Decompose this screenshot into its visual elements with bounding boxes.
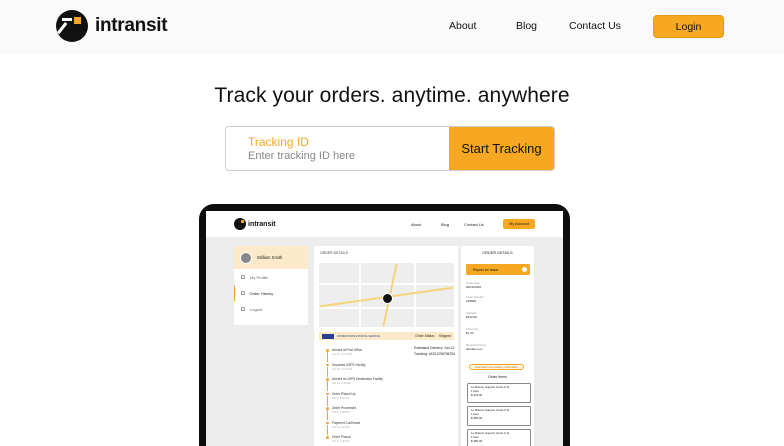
nav-contact-us[interactable]: Contact Us — [569, 20, 621, 32]
detail-protection: Protection $1.44 — [466, 327, 479, 335]
history-icon — [240, 291, 245, 295]
preview-menu-logout: Logout — [234, 301, 308, 317]
tracking-id-label: Tracking ID — [248, 135, 309, 149]
preview-order-items-title: Order Items — [488, 375, 507, 379]
map-pin-icon — [382, 293, 393, 304]
nav-about[interactable]: About — [449, 20, 476, 32]
timeline-time: Jan 8, 2:10 PM — [332, 425, 350, 429]
preview-user-name: William Smith — [257, 255, 283, 260]
timeline-title: Arrived at USPS Destination Facility — [332, 377, 383, 381]
detail-merchant: Merchant Name dundas.com — [466, 343, 486, 351]
timeline-title: Arrived at Post Office — [332, 348, 363, 352]
preview-menu-label: Logout — [250, 306, 263, 312]
user-icon — [241, 275, 245, 279]
arrow-right-icon — [522, 267, 527, 272]
timeline-title: Departed USPS Facility — [332, 362, 366, 367]
timeline-time: Jan 8, 2:00 PM — [332, 440, 350, 443]
preview-map — [319, 263, 454, 327]
preview-body: William Smith My Profile Order History L… — [206, 237, 563, 446]
timeline-time: Jan 10, 9:45 AM — [332, 382, 351, 385]
preview-order-status: Shipped — [438, 334, 451, 338]
preview-report-label: Report an Issue — [473, 267, 499, 272]
preview-logo: intransit — [234, 218, 276, 230]
preview-logo-icon — [234, 218, 246, 230]
preview-menu-order-history: Order History — [234, 285, 308, 301]
usps-logo-icon — [322, 333, 334, 339]
brand-logo[interactable]: intransit — [56, 10, 168, 42]
preview-menu-my-profile: My Profile — [234, 269, 308, 285]
timeline-time: Jan 10, 11:20 AM — [332, 367, 352, 371]
timeline-item: Order Picked Up Jan 9, 8:30 AM — [326, 392, 383, 407]
timeline-item: Departed USPS Facility Jan 10, 11:20 AM — [326, 363, 383, 378]
tracking-id-placeholder: Enter tracking ID here — [248, 150, 355, 162]
logo-mark-icon — [56, 10, 88, 42]
nav-blog[interactable]: Blog — [516, 20, 537, 32]
preview-menu-label: Order History — [249, 290, 274, 296]
timeline-title: Order Processed — [332, 406, 357, 410]
login-button[interactable]: Login — [653, 15, 724, 38]
preview-nav-contact: Contact Us — [464, 222, 484, 227]
preview-carrier: UNITED STATES POSTAL SERVICE — [337, 334, 380, 338]
preview-order-details-title: ORDER DETAILS — [320, 251, 348, 255]
detail-order-number: Order Number 226836 — [466, 295, 484, 303]
detail-order-date: Order Date 09/12/2020 — [466, 281, 482, 289]
preview-details-title: ORDER DETAILS — [482, 251, 513, 255]
preview-details-panel: ORDER DETAILS Report an Issue Order Date… — [461, 246, 534, 446]
preview-nav-blog: Blog — [441, 222, 450, 227]
tracking-form: Tracking ID Enter tracking ID here Start… — [225, 126, 555, 171]
preview-report-issue-button: Report an Issue — [466, 264, 530, 275]
preview-timeline: Arrived at Post Office Jan 11, 12:30 PM D… — [326, 348, 383, 446]
preview-order-status-label: Order Status: — [415, 334, 435, 338]
preview-user-card: William Smith — [234, 246, 308, 269]
preview-sidebar: William Smith My Profile Order History L… — [234, 246, 308, 325]
timeline-time: Jan 11, 12:30 PM — [332, 353, 353, 356]
preview-order-panel: ORDER DETAILS UNITED STATES POSTAL SERVI… — [314, 246, 458, 446]
timeline-time: Jan 8, 3:00 PM — [332, 411, 350, 414]
preview-header: intransit About Blog Contact Us My Accou… — [206, 211, 563, 235]
preview-shipping-bar: UNITED STATES POSTAL SERVICE Order Statu… — [319, 332, 454, 340]
preview-my-account-button: My Account — [503, 219, 535, 229]
timeline-item: Arrived at USPS Destination Facility Jan … — [326, 377, 383, 392]
timeline-item: Arrived at Post Office Jan 11, 12:30 PM — [326, 348, 383, 363]
order-item: Le Bottom Support (Cost of 2) 1 Item $ 420… — [467, 383, 531, 403]
page: intransit About Blog Contact Us Login Tr… — [0, 0, 784, 446]
tablet-screen-preview: intransit About Blog Contact Us My Accou… — [206, 211, 563, 446]
avatar — [240, 251, 252, 264]
preview-nav-about: About — [411, 222, 422, 227]
detail-subtotal: Subtotal $410.00 — [466, 311, 477, 319]
tracking-id-input[interactable]: Tracking ID Enter tracking ID here — [226, 127, 449, 170]
preview-menu-label: My Profile — [250, 274, 268, 280]
timeline-title: Order Placed — [332, 435, 351, 439]
logout-icon — [241, 307, 245, 311]
start-tracking-button[interactable]: Start Tracking — [449, 127, 554, 170]
brand-name: intransit — [95, 15, 168, 36]
timeline-title: Order Picked Up — [332, 391, 356, 396]
timeline-item: Payment Confirmed Jan 8, 2:10 PM — [326, 421, 383, 436]
preview-invoice-pill: Download Invoice Delivery Confirmation — [469, 364, 524, 370]
hero-title: Track your orders. anytime. anywhere — [214, 84, 570, 107]
order-item: Le Bottom Support (Cost of 2) 1 Item $ 380… — [467, 429, 531, 446]
timeline-item: Order Processed Jan 8, 3:00 PM — [326, 406, 383, 421]
preview-brand-name: intransit — [248, 220, 276, 228]
timeline-item: Order Placed Jan 8, 2:00 PM — [326, 435, 383, 446]
timeline-title: Payment Confirmed — [332, 420, 361, 425]
order-item: Le Bottom Support (Cost of 2) 1 Item $ 380… — [467, 406, 531, 426]
timeline-time: Jan 9, 8:30 AM — [332, 396, 350, 400]
